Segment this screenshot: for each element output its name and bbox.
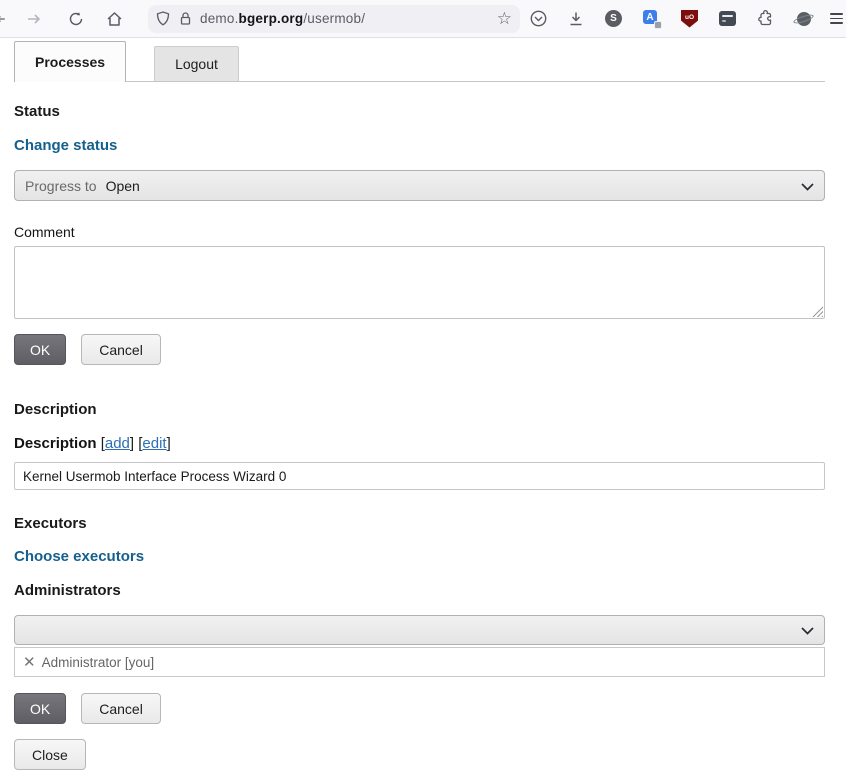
ublock-extension-button[interactable]: uO bbox=[681, 10, 698, 28]
administrator-item-label: Administrator [you] bbox=[42, 655, 155, 670]
back-arrow-icon bbox=[0, 11, 6, 27]
status-select-value: Open bbox=[106, 178, 140, 194]
remove-icon[interactable]: ✕ bbox=[23, 655, 36, 670]
toolbar-extension-icons: S A uO bbox=[530, 5, 812, 33]
executors-heading: Executors bbox=[14, 515, 825, 532]
home-button[interactable] bbox=[98, 5, 130, 33]
translate-glyph: A bbox=[646, 12, 653, 23]
description-heading: Description bbox=[14, 401, 825, 418]
chevron-down-icon bbox=[801, 622, 814, 638]
tab-processes[interactable]: Processes bbox=[14, 41, 126, 82]
downloads-button[interactable] bbox=[568, 5, 584, 33]
status-cancel-button[interactable]: Cancel bbox=[81, 334, 161, 365]
extensions-button[interactable] bbox=[757, 5, 774, 33]
comment-textarea-wrap bbox=[14, 246, 825, 319]
tab-logout[interactable]: Logout bbox=[154, 46, 239, 81]
lock-icon bbox=[179, 11, 192, 26]
description-input[interactable] bbox=[14, 462, 825, 490]
url-bar[interactable]: demo.bgerp.org/usermob/ ☆ bbox=[148, 5, 520, 33]
description-edit-link[interactable]: edit bbox=[142, 435, 166, 452]
forward-arrow-icon bbox=[26, 11, 42, 27]
url-suffix: /usermob/ bbox=[303, 11, 365, 26]
reload-button[interactable] bbox=[60, 5, 92, 33]
comment-label: Comment bbox=[14, 224, 825, 240]
menu-button[interactable] bbox=[830, 13, 843, 24]
puzzle-piece-icon bbox=[757, 10, 774, 27]
pocket-icon bbox=[530, 10, 547, 27]
status-buttons-row: OK Cancel bbox=[14, 334, 825, 365]
hamburger-line bbox=[830, 18, 843, 20]
back-button[interactable] bbox=[0, 5, 6, 33]
executors-buttons-row: OK Cancel bbox=[14, 693, 825, 724]
card-extension-button[interactable] bbox=[719, 11, 736, 26]
status-heading: Status bbox=[14, 103, 825, 120]
forward-button[interactable] bbox=[18, 5, 50, 33]
chevron-down-icon bbox=[801, 178, 814, 194]
bracket: [add] [edit] bbox=[101, 435, 171, 452]
description-field-label: Description bbox=[14, 435, 97, 452]
translate-extension-button[interactable]: A bbox=[643, 10, 660, 27]
ublock-glyph: uO bbox=[685, 14, 694, 21]
s-glyph: S bbox=[610, 13, 617, 24]
executors-cancel-button[interactable]: Cancel bbox=[81, 693, 161, 724]
close-button-row: Close bbox=[14, 739, 825, 770]
description-add-link[interactable]: add bbox=[105, 435, 130, 452]
executors-ok-button[interactable]: OK bbox=[14, 693, 66, 724]
bookmark-star-icon[interactable]: ☆ bbox=[497, 10, 512, 27]
url-domain: bgerp.org bbox=[239, 11, 304, 26]
administrators-select[interactable] bbox=[14, 615, 825, 645]
hamburger-line bbox=[830, 22, 843, 24]
comment-textarea[interactable] bbox=[14, 246, 825, 319]
url-text: demo.bgerp.org/usermob/ bbox=[200, 11, 365, 26]
translate-gears-icon bbox=[654, 21, 662, 29]
choose-executors-link[interactable]: Choose executors bbox=[14, 548, 825, 565]
status-ok-button[interactable]: OK bbox=[14, 334, 66, 365]
extension-s-button[interactable]: S bbox=[605, 10, 622, 27]
hamburger-line bbox=[830, 13, 843, 15]
change-status-link[interactable]: Change status bbox=[14, 137, 825, 154]
description-field-label-line: Description [add] [edit] bbox=[14, 435, 825, 452]
administrator-list-item: ✕ Administrator [you] bbox=[14, 647, 825, 677]
tab-bar: Processes Logout bbox=[14, 38, 825, 82]
url-prefix: demo. bbox=[200, 11, 239, 26]
status-select[interactable]: Progress to Open bbox=[14, 170, 825, 201]
download-icon bbox=[568, 11, 584, 27]
bracket-close: ] bbox=[167, 435, 171, 452]
status-select-prefix: Progress to bbox=[25, 178, 97, 194]
pocket-button[interactable] bbox=[530, 5, 547, 33]
home-icon bbox=[106, 11, 123, 27]
close-button[interactable]: Close bbox=[14, 739, 86, 770]
planet-extension-button[interactable] bbox=[795, 10, 812, 27]
shield-icon bbox=[156, 11, 170, 26]
page-content: Processes Logout Status Change status Pr… bbox=[0, 38, 846, 770]
bracket-close: ] bbox=[130, 435, 134, 452]
reload-icon bbox=[68, 11, 84, 27]
browser-toolbar: demo.bgerp.org/usermob/ ☆ S A uO bbox=[0, 0, 846, 38]
administrators-heading: Administrators bbox=[14, 582, 825, 599]
